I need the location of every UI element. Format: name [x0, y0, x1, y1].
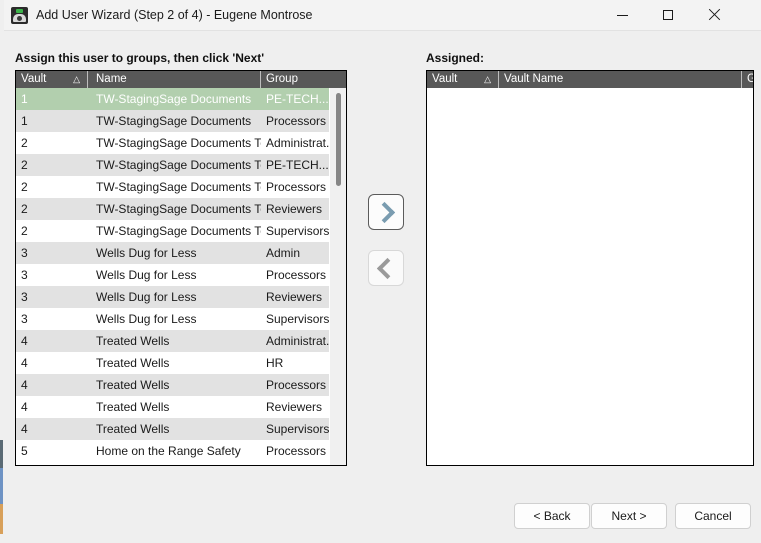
- assigned-label: Assigned:: [426, 51, 485, 65]
- cell-vault: 4: [21, 422, 28, 436]
- assigned-list-body: [427, 88, 753, 465]
- assigned-list-header: Vault △ Vault Name Group: [427, 71, 753, 88]
- title-bar[interactable]: Add User Wizard (Step 2 of 4) - Eugene M…: [4, 0, 761, 31]
- available-list-body: 1 TW-StagingSage Documents PE-TECH... 1 TW-S…: [16, 88, 346, 465]
- table-row[interactable]: 2 TW-StagingSage Documents Test PE-TECH...: [16, 154, 346, 176]
- sort-ascending-icon: △: [73, 74, 80, 84]
- cell-vault: 3: [21, 290, 28, 304]
- desktop-fragment: [0, 468, 3, 504]
- cell-name: Treated Wells: [96, 356, 170, 370]
- column-header-group[interactable]: Group: [742, 71, 753, 88]
- cell-name: Treated Wells: [96, 400, 170, 414]
- available-list-header: Vault △ Name Group: [16, 71, 346, 88]
- cell-name: Wells Dug for Less: [96, 312, 197, 326]
- sort-ascending-icon: △: [484, 74, 491, 84]
- cell-vault: 1: [21, 114, 28, 128]
- cell-name: Treated Wells: [96, 378, 170, 392]
- cell-vault: 4: [21, 400, 28, 414]
- minimize-button[interactable]: [599, 0, 645, 30]
- scrollbar-thumb[interactable]: [336, 93, 341, 186]
- remove-from-assigned-button[interactable]: [368, 250, 404, 286]
- table-row[interactable]: 2 TW-StagingSage Documents Test Reviewers: [16, 198, 346, 220]
- table-row[interactable]: 3 Wells Dug for Less Reviewers: [16, 286, 346, 308]
- assigned-groups-list[interactable]: Vault △ Vault Name Group: [426, 70, 754, 466]
- cancel-button[interactable]: Cancel: [675, 503, 751, 529]
- cell-name: TW-StagingSage Documents Test: [96, 136, 261, 150]
- column-header-vault-label: Vault: [21, 73, 47, 85]
- cell-vault: 2: [21, 180, 28, 194]
- minimize-icon: [616, 14, 628, 16]
- cell-vault: 2: [21, 224, 28, 238]
- wizard-content: Assign this user to groups, then click '…: [4, 31, 761, 543]
- cell-vault: 3: [21, 312, 28, 326]
- cell-vault: 4: [21, 356, 28, 370]
- table-row[interactable]: 3 Wells Dug for Less Admin: [16, 242, 346, 264]
- table-row[interactable]: 4 Treated Wells Processors: [16, 374, 346, 396]
- table-row[interactable]: 5 Home on the Range Safety Processors: [16, 440, 346, 462]
- table-row[interactable]: 4 Treated Wells Supervisors: [16, 418, 346, 440]
- table-row[interactable]: 3 Wells Dug for Less Supervisors: [16, 308, 346, 330]
- chevron-left-icon: [376, 257, 399, 279]
- next-button[interactable]: Next >: [591, 503, 667, 529]
- back-button[interactable]: < Back: [514, 503, 590, 529]
- cell-name: Wells Dug for Less: [96, 246, 197, 260]
- table-row[interactable]: 4 Treated Wells Reviewers: [16, 396, 346, 418]
- column-header-vault-name[interactable]: Vault Name: [499, 71, 742, 88]
- available-groups-list[interactable]: Vault △ Name Group 1 TW-StagingSage Docum…: [15, 70, 347, 466]
- cell-vault: 4: [21, 378, 28, 392]
- column-header-group[interactable]: Group: [261, 71, 346, 88]
- cell-vault: 2: [21, 202, 28, 216]
- window-title: Add User Wizard (Step 2 of 4) - Eugene M…: [36, 8, 313, 22]
- cell-name: TW-StagingSage Documents: [96, 114, 252, 128]
- table-row[interactable]: 1 TW-StagingSage Documents Processors: [16, 110, 346, 132]
- column-header-name[interactable]: Name: [88, 71, 261, 88]
- table-row[interactable]: 2 TW-StagingSage Documents Test Administra…: [16, 132, 346, 154]
- cell-name: Wells Dug for Less: [96, 290, 197, 304]
- table-row[interactable]: 4 Treated Wells Administrat...: [16, 330, 346, 352]
- close-button[interactable]: [691, 0, 737, 30]
- cell-vault: 2: [21, 158, 28, 172]
- cell-vault: 1: [21, 92, 28, 106]
- column-header-vault-label: Vault: [432, 73, 458, 85]
- table-row[interactable]: 1 TW-StagingSage Documents PE-TECH...: [16, 88, 346, 110]
- chevron-right-icon: [373, 201, 396, 223]
- desktop-fragment: [0, 504, 3, 534]
- vault-safe-icon: [11, 7, 28, 24]
- cell-name: TW-StagingSage Documents: [96, 92, 252, 106]
- add-to-assigned-button[interactable]: [368, 194, 404, 230]
- cell-name: Treated Wells: [96, 334, 170, 348]
- cell-name: TW-StagingSage Documents Test: [96, 224, 261, 238]
- cell-vault: 5: [21, 444, 28, 458]
- table-row[interactable]: 3 Wells Dug for Less Processors: [16, 264, 346, 286]
- table-row[interactable]: 2 TW-StagingSage Documents Test Supervisor…: [16, 220, 346, 242]
- cell-name: Wells Dug for Less: [96, 268, 197, 282]
- cell-vault: 2: [21, 136, 28, 150]
- cell-name: Treated Wells: [96, 422, 170, 436]
- cell-vault: 4: [21, 334, 28, 348]
- instruction-label: Assign this user to groups, then click '…: [15, 51, 265, 65]
- cell-name: Home on the Range Safety: [96, 444, 241, 458]
- cell-vault: 3: [21, 246, 28, 260]
- add-user-wizard-window: Add User Wizard (Step 2 of 4) - Eugene M…: [4, 0, 761, 543]
- cell-name: TW-StagingSage Documents Test: [96, 202, 261, 216]
- cell-vault: 3: [21, 268, 28, 282]
- column-header-vault[interactable]: Vault △: [16, 71, 88, 88]
- available-list-scrollbar[interactable]: [329, 88, 346, 465]
- desktop-fragment: [0, 440, 3, 468]
- maximize-icon: [663, 10, 673, 20]
- close-icon: [708, 9, 720, 21]
- table-row[interactable]: 2 TW-StagingSage Documents Test Processors: [16, 176, 346, 198]
- cell-name: TW-StagingSage Documents Test: [96, 180, 261, 194]
- table-row[interactable]: 4 Treated Wells HR: [16, 352, 346, 374]
- maximize-button[interactable]: [645, 0, 691, 30]
- column-header-vault[interactable]: Vault △: [427, 71, 499, 88]
- cell-name: TW-StagingSage Documents Test: [96, 158, 261, 172]
